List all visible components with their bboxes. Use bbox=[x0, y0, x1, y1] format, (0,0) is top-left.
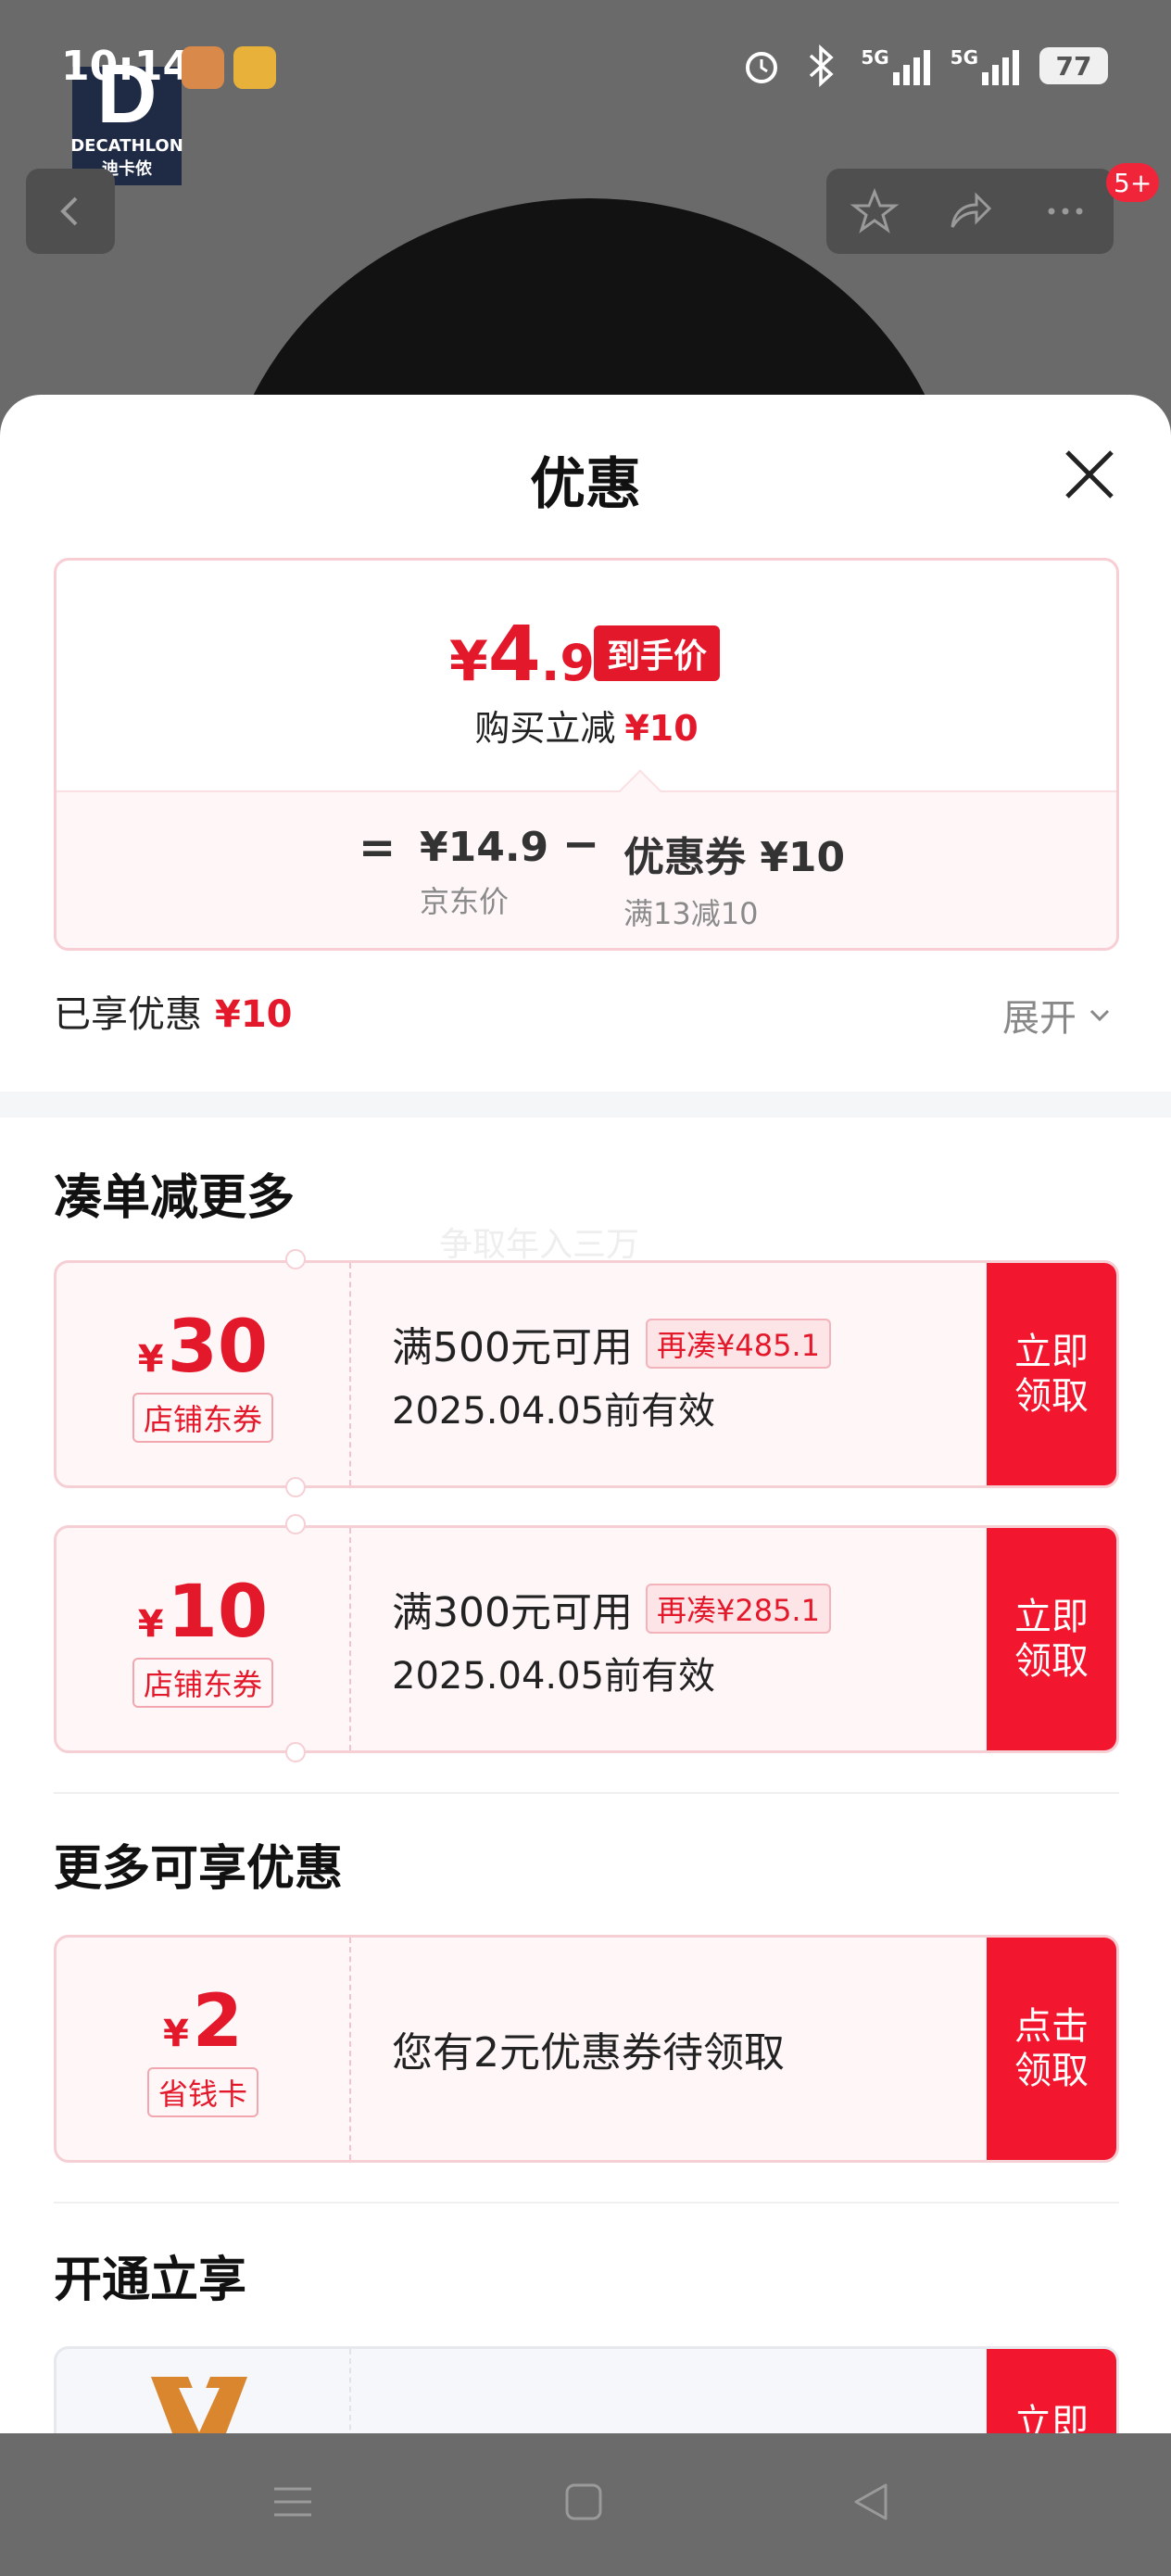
message-badge: 5+ bbox=[1106, 163, 1160, 202]
final-price-area: ¥ 4 .9 到手价 购买立减 ¥10 bbox=[57, 561, 1116, 790]
weibo-icon bbox=[233, 46, 276, 89]
coupon-notch bbox=[285, 1477, 306, 1497]
status-indicators: 5G 5G 77 bbox=[740, 44, 1108, 87]
coupon-type-tag: 省钱卡 bbox=[146, 2067, 258, 2117]
open-now-button[interactable]: 立即 bbox=[987, 2349, 1116, 2433]
enjoyed-discount: 已享优惠 ¥10 bbox=[54, 993, 293, 1036]
coupon-details: 满300元可用 再凑¥285.1 2025.04.05前有效 bbox=[392, 1528, 831, 1750]
bluetooth-icon bbox=[810, 44, 834, 87]
app-notification-icon bbox=[182, 46, 224, 89]
coupon-gap-tag: 再凑¥285.1 bbox=[645, 1584, 831, 1634]
close-icon[interactable] bbox=[1062, 447, 1117, 502]
coupon-validity: 2025.04.05前有效 bbox=[392, 1390, 716, 1433]
saving-card-coupon: ¥2 省钱卡 您有2元优惠券待领取 点击 领取 bbox=[54, 1935, 1119, 2163]
home-icon[interactable] bbox=[556, 2474, 611, 2530]
system-nav-bar bbox=[0, 2433, 1171, 2576]
coupon-type-tag: 店铺东券 bbox=[132, 1658, 273, 1708]
coupon-card: ¥30 店铺东券 满500元可用 再凑¥485.1 2025.04.05前有效 立… bbox=[54, 1260, 1119, 1488]
signal-icon-2: 5G bbox=[951, 46, 1019, 85]
membership-logo-block bbox=[57, 2349, 351, 2433]
final-price-tag: 到手价 bbox=[594, 625, 721, 681]
coupon-type-tag: 店铺东券 bbox=[132, 1393, 273, 1443]
membership-card: 立即 bbox=[54, 2346, 1119, 2433]
coupon-details: 您有2元优惠券待领取 bbox=[392, 2029, 785, 2077]
status-bar: 10:14 5G 5G 77 bbox=[0, 0, 1171, 139]
more-icon[interactable] bbox=[1040, 186, 1090, 236]
star-icon[interactable] bbox=[850, 186, 900, 236]
share-icon[interactable] bbox=[945, 186, 995, 236]
coupon-gap-tag: 再凑¥485.1 bbox=[645, 1319, 831, 1369]
chevron-left-icon bbox=[60, 196, 78, 226]
price-formula: = ¥14.9 京东价 − 优惠券 ¥10 满13减10 bbox=[57, 790, 1116, 948]
section-title-open: 开通立享 bbox=[54, 2253, 247, 2308]
section-title-extra: 更多可享优惠 bbox=[54, 1841, 344, 1897]
status-time: 10:14 bbox=[61, 43, 192, 90]
alarm-icon bbox=[746, 52, 778, 83]
coupon-amount-block: ¥30 店铺东券 bbox=[57, 1263, 351, 1485]
coupon-card: ¥10 店铺东券 满300元可用 再凑¥285.1 2025.04.05前有效 立… bbox=[54, 1525, 1119, 1753]
top-action-group bbox=[826, 169, 1114, 254]
menu-icon[interactable] bbox=[265, 2474, 321, 2530]
watermark-text: 争取年入三万 bbox=[439, 1226, 640, 1264]
coupon-validity: 2025.04.05前有效 bbox=[392, 1655, 716, 1698]
discount-sheet: 优惠 ¥ 4 .9 到手价 购买立减¥10 = ¥14.9 京东价 − 优惠券 bbox=[0, 395, 1171, 2433]
back-triangle-icon[interactable] bbox=[843, 2474, 899, 2530]
coupon-amount-block: ¥2 省钱卡 bbox=[57, 1938, 351, 2160]
coupon-deduction: 优惠券 ¥10 满13减10 bbox=[623, 834, 846, 931]
sheet-title: 优惠 bbox=[530, 452, 641, 517]
click-claim-button[interactable]: 点击 领取 bbox=[987, 1938, 1116, 2160]
instant-reduction: 购买立减 ¥10 bbox=[474, 708, 699, 749]
coupon-notch bbox=[285, 1742, 306, 1762]
section-divider bbox=[0, 1092, 1171, 1118]
final-price: ¥ 4 .9 bbox=[449, 611, 595, 699]
chevron-down-icon bbox=[1089, 1009, 1110, 1022]
expand-toggle[interactable]: 展开 bbox=[1002, 988, 1114, 1042]
jd-price: ¥14.9 京东价 bbox=[420, 824, 549, 919]
section-title-more: 凑单减更多 bbox=[54, 1170, 296, 1226]
coupon-details: 满500元可用 再凑¥485.1 2025.04.05前有效 bbox=[392, 1263, 831, 1485]
claim-coupon-button[interactable]: 立即 领取 bbox=[987, 1528, 1116, 1750]
signal-icon-1: 5G bbox=[861, 46, 930, 85]
divider-line bbox=[54, 1792, 1119, 1794]
divider-line bbox=[54, 2202, 1119, 2203]
equals-sign: = bbox=[359, 822, 397, 874]
minus-sign: − bbox=[562, 818, 600, 870]
coupon-notch bbox=[285, 1514, 306, 1534]
battery-indicator: 77 bbox=[1039, 47, 1108, 84]
coupon-amount-block: ¥10 店铺东券 bbox=[57, 1528, 351, 1750]
claim-coupon-button[interactable]: 立即 领取 bbox=[987, 1263, 1116, 1485]
back-button[interactable] bbox=[26, 169, 115, 254]
coupon-notch bbox=[285, 1249, 306, 1269]
price-breakdown-card: ¥ 4 .9 到手价 购买立减 ¥10 = ¥14.9 京东价 − 优惠券 ¥10… bbox=[54, 558, 1119, 951]
